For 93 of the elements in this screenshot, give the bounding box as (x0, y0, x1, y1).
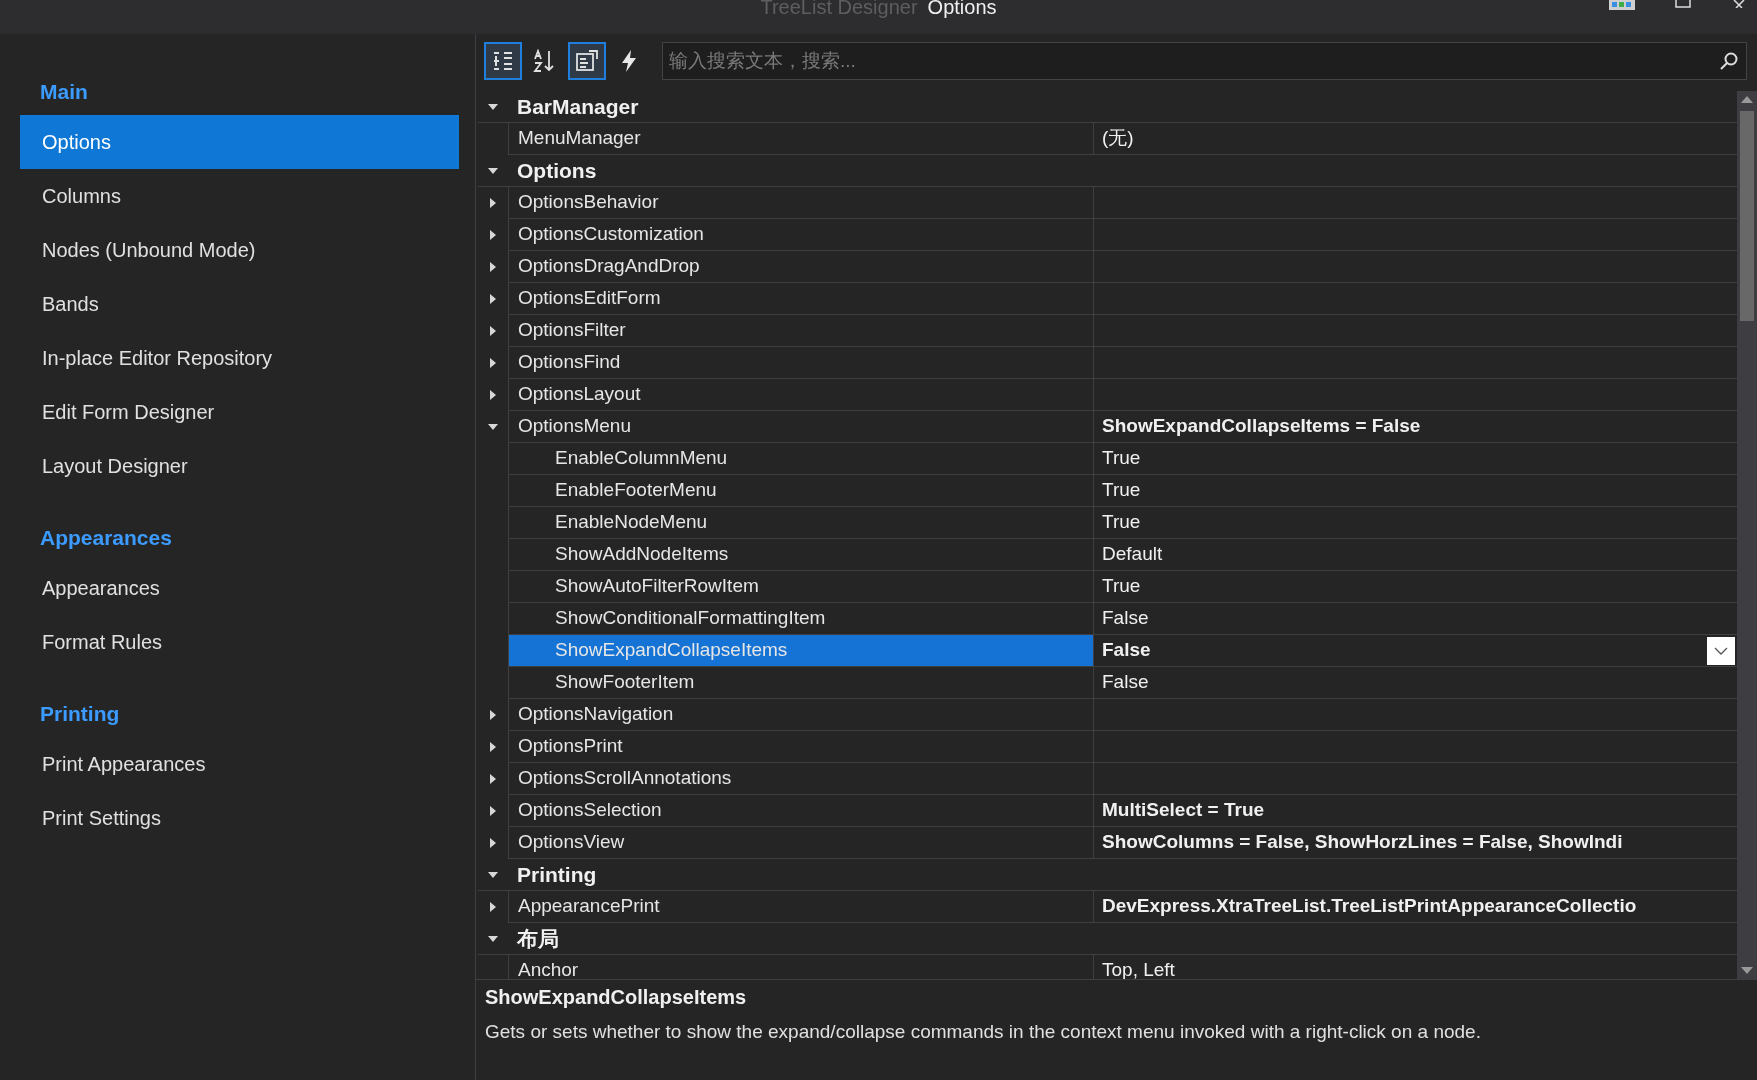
property-value: ShowColumns = False, ShowHorzLines = False, ShowIndi (1101, 830, 1623, 855)
scrollbar[interactable] (1737, 91, 1757, 979)
property-value: False (1101, 606, 1149, 631)
search-icon[interactable] (1719, 51, 1739, 71)
chevron-down-icon (1714, 645, 1728, 656)
property-name: ShowAddNodeItems (554, 542, 729, 567)
sidebar-item[interactable]: Print Settings (20, 791, 459, 845)
property-row[interactable]: ShowExpandCollapseItems False (508, 635, 1737, 667)
category-header[interactable]: Options (508, 154, 597, 187)
property-value: False (1101, 670, 1149, 695)
property-value: DevExpress.XtraTreeList.TreeListPrintAppearanceCollectio (1101, 894, 1637, 919)
sidebar-item[interactable]: Appearances (20, 561, 459, 615)
property-name: EnableColumnMenu (554, 446, 728, 471)
sidebar-item[interactable]: Bands (20, 277, 459, 331)
property-name: EnableFooterMenu (554, 478, 717, 503)
property-name: OptionsBehavior (517, 190, 659, 215)
maximize-icon[interactable] (1675, 0, 1691, 8)
property-row[interactable]: OptionsMenu ShowExpandCollapseItems = False (508, 411, 1737, 443)
sidebar-item[interactable]: Nodes (Unbound Mode) (20, 223, 459, 277)
property-name: OptionsView (517, 830, 625, 855)
sidebar-item[interactable]: Layout Designer (20, 439, 459, 493)
sidebar-item[interactable]: Edit Form Designer (20, 385, 459, 439)
property-name: ShowConditionalFormattingItem (554, 606, 826, 631)
sidebar-item[interactable]: Format Rules (20, 615, 459, 669)
property-row[interactable]: ShowAutoFilterRowItem True (508, 571, 1737, 603)
property-name: OptionsSelection (517, 798, 662, 823)
property-name: OptionsNavigation (517, 702, 674, 727)
sidebar-group-header: Printing (39, 701, 121, 728)
property-row[interactable]: EnableNodeMenu True (508, 507, 1737, 539)
property-row[interactable]: OptionsDragAndDrop (508, 251, 1737, 283)
window-title: Options (927, 0, 997, 20)
property-row[interactable]: OptionsView ShowColumns = False, ShowHorzLines = False, ShowIndi (508, 827, 1737, 859)
search-field[interactable]: 输入搜索文本，搜索... (662, 42, 1747, 80)
category-header[interactable]: BarManager (508, 90, 639, 123)
property-row[interactable]: OptionsFilter (508, 315, 1737, 347)
property-row[interactable]: OptionsScrollAnnotations (508, 763, 1737, 795)
property-name: OptionsFilter (517, 318, 626, 343)
property-row[interactable]: OptionsNavigation (508, 699, 1737, 731)
property-row[interactable]: EnableFooterMenu True (508, 475, 1737, 507)
property-name: OptionsScrollAnnotations (517, 766, 732, 791)
lightning-icon (619, 49, 639, 73)
property-row[interactable]: EnableColumnMenu True (508, 443, 1737, 475)
property-name: OptionsLayout (517, 382, 641, 407)
toolbar-button[interactable] (568, 42, 606, 80)
property-row[interactable]: OptionsSelection MultiSelect = True (508, 795, 1737, 827)
property-value: True (1101, 510, 1141, 535)
property-value: MultiSelect = True (1101, 798, 1265, 823)
close-icon[interactable] (1731, 0, 1747, 8)
property-value: ShowExpandCollapseItems = False (1101, 414, 1421, 439)
property-row[interactable]: OptionsBehavior (508, 187, 1737, 219)
toolbar-button[interactable] (484, 42, 522, 80)
property-row[interactable]: AppearancePrint DevExpress.XtraTreeList.TreeListPrintAppearanceCollectio (508, 891, 1737, 923)
property-row[interactable]: MenuManager (无) (508, 123, 1737, 155)
property-value: (无) (1101, 126, 1134, 151)
sidebar-item[interactable]: In-place Editor Repository (20, 331, 459, 385)
property-value: True (1101, 446, 1141, 471)
property-name: EnableNodeMenu (554, 510, 708, 535)
property-row[interactable]: ShowAddNodeItems Default (508, 539, 1737, 571)
property-row[interactable]: ShowFooterItem False (508, 667, 1737, 699)
property-row[interactable]: OptionsCustomization (508, 219, 1737, 251)
property-name: OptionsMenu (517, 414, 631, 439)
property-row[interactable]: OptionsLayout (508, 379, 1737, 411)
sidebar-group-header: Main (39, 79, 89, 106)
categorized-list-icon (492, 50, 514, 72)
property-name: MenuManager (517, 126, 641, 151)
property-value: True (1101, 478, 1141, 503)
property-value: False (1101, 638, 1151, 663)
property-row[interactable]: OptionsEditForm (508, 283, 1737, 315)
property-name: OptionsFind (517, 350, 621, 375)
property-value: True (1101, 574, 1141, 599)
property-name: ShowAutoFilterRowItem (554, 574, 759, 599)
property-name: Anchor (517, 958, 579, 979)
property-row[interactable]: OptionsFind (508, 347, 1737, 379)
property-name: OptionsDragAndDrop (517, 254, 700, 279)
property-value: Default (1101, 542, 1163, 567)
sidebar-item[interactable]: Columns (20, 169, 459, 223)
property-name: OptionsEditForm (517, 286, 661, 311)
property-name: ShowExpandCollapseItems (554, 638, 788, 663)
property-name: OptionsCustomization (517, 222, 704, 247)
property-name: ShowFooterItem (554, 670, 695, 695)
property-name: AppearancePrint (517, 894, 660, 919)
sidebar-group-header: Appearances (39, 525, 173, 552)
sort-az-icon (533, 49, 557, 73)
property-name: OptionsPrint (517, 734, 623, 759)
sidebar-item[interactable]: Options (20, 115, 459, 169)
description-text: Gets or sets whether to show the expand/collapse commands in the context menu invoked with a right-click on a node. (485, 1020, 1482, 1044)
property-row[interactable]: OptionsPrint (508, 731, 1737, 763)
property-page-icon (575, 49, 599, 73)
category-header[interactable]: 布局 (508, 922, 559, 955)
sidebar-item[interactable]: Print Appearances (20, 737, 459, 791)
description-title: ShowExpandCollapseItems (485, 985, 748, 1010)
dropdown-button[interactable] (1707, 636, 1735, 665)
category-header[interactable]: Printing (508, 858, 597, 891)
